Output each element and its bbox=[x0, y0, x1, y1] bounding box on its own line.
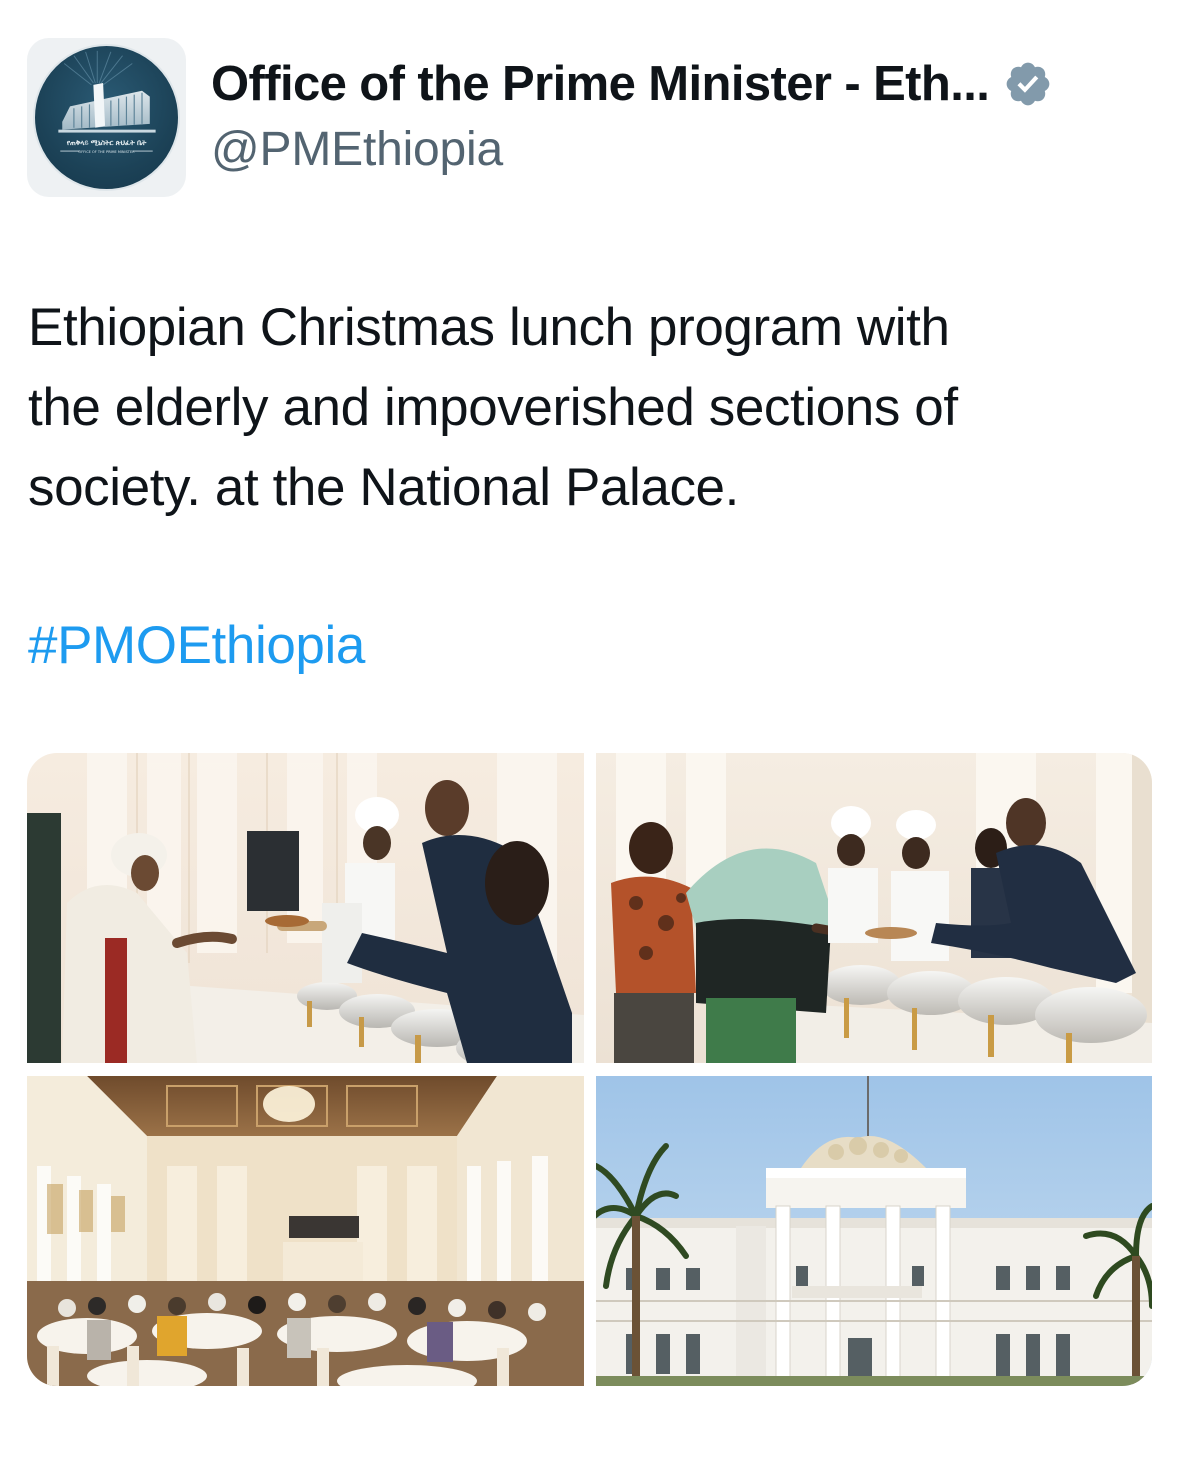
author-name-row: Office of the Prime Minister - Eth... bbox=[211, 54, 1053, 114]
avatar[interactable]: የጠቅላይ ሚኒስትር ጽህፈት ቤት OFFICE OF THE PRIME … bbox=[33, 44, 180, 191]
author-handle[interactable]: @PMEthiopia bbox=[211, 122, 503, 177]
tweet-text-line: society. at the National Palace. bbox=[28, 458, 739, 517]
media-grid bbox=[27, 753, 1152, 1386]
photo-national-palace[interactable] bbox=[596, 1076, 1152, 1386]
office-logo-icon: የጠቅላይ ሚኒስትር ጽህፈት ቤት OFFICE OF THE PRIME … bbox=[58, 50, 156, 154]
hashtag-link[interactable]: #PMOEthiopia bbox=[28, 606, 365, 686]
verified-badge-icon[interactable] bbox=[1003, 59, 1053, 109]
photo-lunch-serving[interactable] bbox=[27, 753, 584, 1063]
display-name[interactable]: Office of the Prime Minister - Eth... bbox=[211, 56, 990, 112]
tweet-detail: የጠቅላይ ሚኒስትር ጽህፈት ቤት OFFICE OF THE PRIME … bbox=[0, 0, 1179, 1476]
tweet-text: Ethiopian Christmas lunch program with t… bbox=[28, 288, 1148, 528]
svg-text:የጠቅላይ ሚኒስትር ጽህፈት ቤት: የጠቅላይ ሚኒስትር ጽህፈት ቤት bbox=[67, 139, 147, 147]
timestamp-placeholder: ▬▬▬▬ ▬▬ ▬▬▬▬▬ ▬▬▬▬▬ bbox=[28, 1462, 588, 1476]
tweet-text-line: the elderly and impoverished sections of bbox=[28, 378, 958, 437]
photo-banquet-hall[interactable] bbox=[27, 1076, 584, 1386]
avatar-container[interactable]: የጠቅላይ ሚኒስትር ጽህፈት ቤት OFFICE OF THE PRIME … bbox=[27, 38, 186, 197]
photo-buffet-serving[interactable] bbox=[596, 753, 1152, 1063]
svg-text:OFFICE OF THE PRIME MINISTER: OFFICE OF THE PRIME MINISTER bbox=[78, 150, 135, 154]
tweet-text-line: Ethiopian Christmas lunch program with bbox=[28, 298, 950, 357]
timestamp-row-cutoff: ▬▬▬▬ ▬▬ ▬▬▬▬▬ ▬▬▬▬▬ bbox=[28, 1462, 588, 1476]
